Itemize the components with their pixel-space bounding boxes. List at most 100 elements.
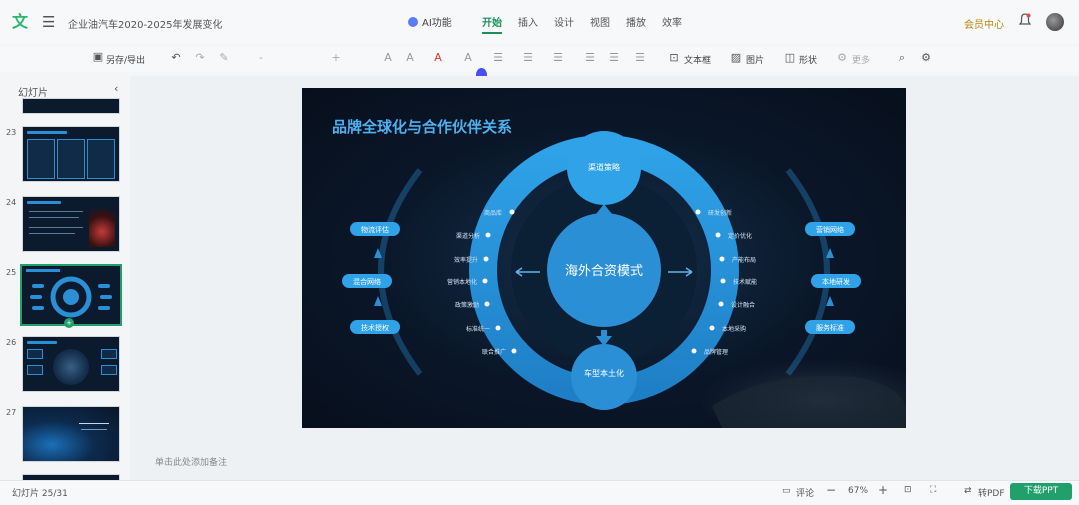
comment-icon[interactable]: ▭ bbox=[782, 486, 791, 496]
tab-design[interactable]: 设计 bbox=[554, 14, 574, 34]
zoom-in-button[interactable]: + bbox=[878, 483, 888, 497]
numbered-list-icon[interactable]: ☰ bbox=[522, 52, 534, 64]
avatar[interactable] bbox=[1046, 13, 1064, 31]
columns-icon[interactable]: ☰ bbox=[634, 52, 646, 64]
thumb-diagram bbox=[26, 269, 112, 318]
slide-number: 27 bbox=[6, 408, 17, 417]
tab-insert[interactable]: 插入 bbox=[518, 14, 538, 34]
tab-home[interactable]: 开始 bbox=[482, 14, 502, 34]
save-export-button[interactable]: 另存/导出 bbox=[106, 53, 145, 66]
ai-icon bbox=[408, 16, 418, 27]
toolbar bbox=[0, 46, 1079, 72]
comment-button[interactable]: 评论 bbox=[796, 486, 814, 499]
line-spacing-icon[interactable]: ☰ bbox=[584, 52, 596, 64]
text-box-icon[interactable]: ⊡ bbox=[668, 52, 680, 64]
right-pill-label: 本地研发 bbox=[822, 278, 850, 286]
shape-button[interactable]: 形状 bbox=[799, 53, 817, 66]
left-item-label: 营销本地化 bbox=[446, 279, 477, 286]
font-name-dropdown[interactable]: - bbox=[255, 52, 267, 64]
tab-view[interactable]: 视图 bbox=[590, 14, 610, 34]
settings-icon[interactable]: ⚙ bbox=[920, 52, 932, 64]
current-slide[interactable]: 品牌全球化与合作伙伴关系 海外合资模式 渠道策略 车型本土化 物流评估 混合网络… bbox=[302, 88, 906, 428]
zoom-out-button[interactable]: − bbox=[826, 483, 836, 497]
menu-icon[interactable]: ☰ bbox=[42, 13, 55, 31]
right-arc bbox=[785, 168, 830, 376]
left-item-label: 渠道分析 bbox=[455, 233, 480, 240]
pdf-icon[interactable]: ⇄ bbox=[964, 486, 972, 496]
bottom-node-label: 车型本土化 bbox=[584, 369, 624, 378]
thumb-title bbox=[27, 131, 67, 134]
thumb-card bbox=[57, 139, 85, 179]
thumb-text bbox=[29, 211, 83, 212]
export-pdf-button[interactable]: 转PDF bbox=[978, 486, 1005, 499]
left-arc bbox=[378, 168, 423, 376]
slide-title[interactable]: 品牌全球化与合作伙伴关系 bbox=[332, 116, 512, 137]
font-color-icon[interactable]: A bbox=[432, 52, 444, 64]
slide-thumbnail-26[interactable] bbox=[22, 336, 120, 392]
more-button[interactable]: 更多 bbox=[852, 53, 870, 66]
vip-center-link[interactable]: 会员中心 bbox=[964, 16, 1004, 31]
highlight-icon[interactable]: A bbox=[462, 52, 474, 64]
left-item-label: 联合推广 bbox=[481, 349, 506, 356]
right-item-label: 定价优化 bbox=[728, 233, 753, 240]
document-title[interactable]: 企业油汽车2020-2025年发展变化 bbox=[68, 16, 223, 31]
bell-icon[interactable] bbox=[1019, 13, 1031, 27]
save-icon[interactable]: ▣ bbox=[92, 51, 104, 63]
left-pill-label: 混合网络 bbox=[353, 278, 381, 286]
slide-add-badge[interactable]: + bbox=[64, 318, 74, 328]
collapse-icon[interactable]: ‹ bbox=[114, 82, 118, 95]
notes-placeholder[interactable]: 单击此处添加备注 bbox=[155, 455, 227, 468]
slide-number: 25 bbox=[6, 268, 17, 277]
thumb-card bbox=[27, 365, 43, 375]
slide-thumbnail-27[interactable] bbox=[22, 406, 120, 462]
thumb-card bbox=[101, 365, 117, 375]
align-icon[interactable]: ☰ bbox=[552, 52, 564, 64]
thumb-car-image bbox=[89, 209, 115, 247]
thumb-wheel-image bbox=[53, 349, 89, 385]
fullscreen-icon[interactable]: ⛶ bbox=[930, 485, 936, 495]
shape-icon[interactable]: ◫ bbox=[784, 52, 796, 64]
more-icon[interactable]: ⚙ bbox=[836, 52, 848, 64]
app-logo[interactable]: 文 bbox=[12, 13, 30, 31]
thumb-card bbox=[87, 139, 115, 179]
center-label: 海外合资模式 bbox=[564, 264, 643, 279]
slide-thumbnail-24[interactable] bbox=[22, 196, 120, 252]
right-item-label: 设计融合 bbox=[731, 302, 756, 309]
decrease-font-icon[interactable]: A bbox=[404, 52, 416, 64]
image-icon[interactable]: ▨ bbox=[730, 52, 742, 64]
undo-icon[interactable]: ↶ bbox=[170, 52, 182, 64]
left-item-label: 标准统一 bbox=[465, 326, 490, 333]
indent-icon[interactable]: ☰ bbox=[608, 52, 620, 64]
slide-number: 24 bbox=[6, 198, 17, 207]
search-icon[interactable]: ⌕ bbox=[896, 52, 908, 64]
fit-screen-icon[interactable]: ⊡ bbox=[904, 485, 912, 495]
slide-panel-title: 幻灯片 bbox=[18, 88, 48, 99]
right-item-label: 产能布局 bbox=[732, 257, 757, 264]
thumb-text bbox=[29, 227, 83, 228]
slide-thumbnail-23[interactable] bbox=[22, 126, 120, 182]
zoom-level[interactable]: 67% bbox=[848, 486, 868, 496]
thumb-text bbox=[29, 233, 75, 234]
slide-number: 23 bbox=[6, 128, 17, 137]
slide-thumbnail-25[interactable] bbox=[20, 264, 122, 326]
bullet-list-icon[interactable]: ☰ bbox=[492, 52, 504, 64]
image-button[interactable]: 图片 bbox=[746, 53, 764, 66]
right-pill-label: 服务标准 bbox=[816, 324, 844, 332]
redo-icon[interactable]: ↷ bbox=[194, 52, 206, 64]
left-item-label: 效率提升 bbox=[453, 257, 478, 264]
tab-play[interactable]: 播放 bbox=[626, 14, 646, 34]
increase-font-icon[interactable]: A bbox=[382, 52, 394, 64]
thumb-card bbox=[27, 349, 43, 359]
slide-thumbnail-22[interactable] bbox=[22, 98, 120, 114]
left-item-label: 商品库 bbox=[483, 210, 502, 217]
tab-efficiency[interactable]: 效率 bbox=[662, 14, 682, 34]
left-item-label: 政策激励 bbox=[454, 302, 479, 309]
right-item-label: 本地采购 bbox=[722, 326, 747, 333]
format-painter-icon[interactable]: ✎ bbox=[218, 52, 230, 64]
download-ppt-button[interactable]: 下载PPT bbox=[1010, 483, 1072, 500]
ai-button[interactable]: AI功能 bbox=[408, 14, 452, 29]
text-box-button[interactable]: 文本框 bbox=[684, 53, 711, 66]
thumb-title bbox=[27, 201, 61, 204]
thumb-card bbox=[27, 139, 55, 179]
font-size-dropdown[interactable]: + bbox=[330, 52, 342, 64]
